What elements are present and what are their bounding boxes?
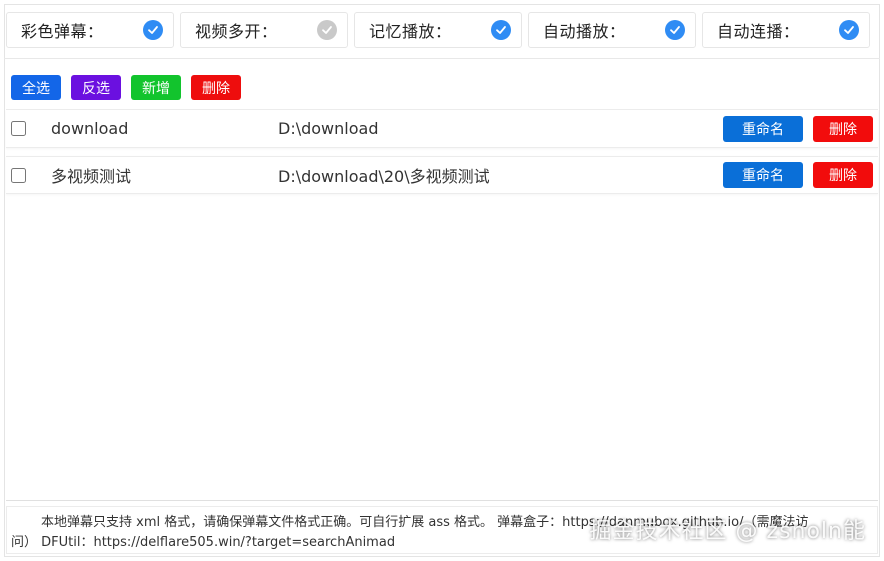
- toolbar: 全选 反选 新增 删除: [11, 75, 241, 100]
- row-checkbox[interactable]: [11, 167, 26, 183]
- option-color-danmaku[interactable]: 彩色弹幕：: [6, 12, 174, 48]
- delete-button[interactable]: 删除: [813, 162, 873, 188]
- check-circle-icon[interactable]: [317, 20, 337, 40]
- list-item: download D:\download 重命名 删除: [6, 110, 878, 148]
- rename-button[interactable]: 重命名: [723, 162, 803, 188]
- check-circle-icon[interactable]: [665, 20, 685, 40]
- folder-name: download: [51, 119, 129, 138]
- option-label: 自动播放：: [543, 22, 626, 41]
- row-checkbox[interactable]: [11, 121, 26, 136]
- divider: [4, 58, 880, 59]
- option-label: 视频多开：: [195, 22, 278, 41]
- option-label: 记忆播放：: [369, 22, 452, 41]
- delete-selected-button[interactable]: 删除: [191, 75, 241, 100]
- option-multi-video[interactable]: 视频多开：: [180, 12, 348, 48]
- folder-path: D:\download\20\多视频测试: [278, 167, 490, 186]
- check-circle-icon[interactable]: [491, 20, 511, 40]
- watermark: 掘金技术社区 @ zsnoln能: [589, 519, 866, 544]
- option-label: 彩色弹幕：: [21, 22, 104, 41]
- option-label: 自动连播：: [717, 22, 800, 41]
- option-auto-next[interactable]: 自动连播：: [702, 12, 870, 48]
- check-circle-icon[interactable]: [839, 20, 859, 40]
- folder-list: download D:\download 重命名 删除 多视频测试 D:\dow…: [6, 109, 878, 501]
- add-button[interactable]: 新增: [131, 75, 181, 100]
- option-remember-playback[interactable]: 记忆播放：: [354, 12, 522, 48]
- list-item: 多视频测试 D:\download\20\多视频测试 重命名 删除: [6, 156, 878, 194]
- check-circle-icon[interactable]: [143, 20, 163, 40]
- delete-button[interactable]: 删除: [813, 115, 873, 142]
- options-bar: 彩色弹幕： 视频多开： 记忆播放： 自动播放： 自动连播：: [4, 8, 876, 54]
- option-autoplay[interactable]: 自动播放：: [528, 12, 696, 48]
- select-all-button[interactable]: 全选: [11, 75, 61, 100]
- rename-button[interactable]: 重命名: [723, 115, 803, 142]
- folder-path: D:\download: [278, 119, 379, 138]
- invert-selection-button[interactable]: 反选: [71, 75, 121, 100]
- folder-name: 多视频测试: [51, 167, 132, 186]
